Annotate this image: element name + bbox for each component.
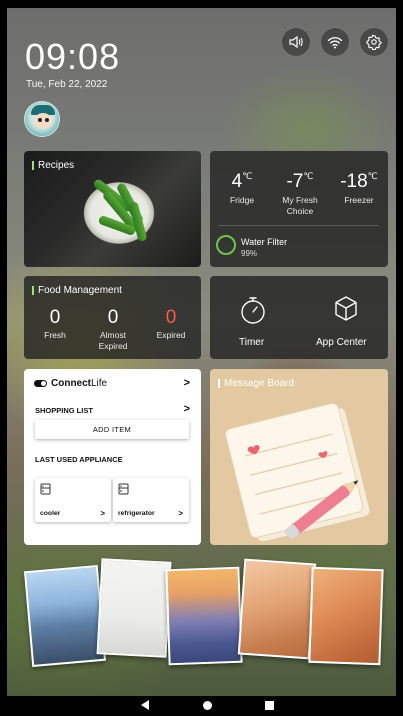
recipes-title: Recipes <box>32 160 74 171</box>
connectlife-logo[interactable]: ConnectLife <box>34 378 107 389</box>
notepad-illustration <box>225 402 371 541</box>
water-filter-ring-icon <box>216 235 236 255</box>
connectlife-logo-icon <box>34 380 47 387</box>
timer-label: Timer <box>239 337 265 348</box>
fresh-count-label: Fresh <box>44 330 66 340</box>
appliance-refrigerator[interactable]: refrigerator > <box>113 478 189 522</box>
photo-sunset[interactable] <box>165 566 243 666</box>
recent-apps-icon[interactable] <box>265 701 274 710</box>
appliance-icon <box>118 483 129 495</box>
freezer-temp-label: Freezer <box>344 195 374 205</box>
title-marker <box>218 379 220 388</box>
avatar-face <box>34 113 52 129</box>
recipes-title-text: Recipes <box>38 160 75 171</box>
divider <box>219 225 379 226</box>
home-screen: 09:08 Tue, Feb 22, 2022 Recipes 4℃ Fridg… <box>7 8 396 696</box>
food-management-card[interactable]: Food Management 0 Fresh 0 Almost Expired … <box>24 276 201 359</box>
app-center-label: App Center <box>316 337 367 348</box>
fresh-count: 0 Fresh <box>36 307 74 341</box>
cube-icon <box>335 296 357 321</box>
fridge-temp-value: 4℃ <box>231 171 253 192</box>
almost-expired-value: 0 <box>107 307 119 328</box>
message-board-title-text: Message Board <box>224 378 295 389</box>
freezer-temp-value: -18℃ <box>340 171 378 192</box>
wifi-button[interactable] <box>320 27 350 57</box>
photo-cotton[interactable] <box>96 558 172 658</box>
chevron-right-icon[interactable]: > <box>184 403 190 415</box>
system-navigation-bar <box>0 696 403 716</box>
fridge-temp-label: Fridge <box>229 195 255 205</box>
app-center-button[interactable]: App Center <box>300 276 388 359</box>
photo-dunes[interactable] <box>308 566 384 666</box>
user-avatar[interactable] <box>24 101 60 137</box>
freezer-temp[interactable]: -18℃ Freezer <box>338 171 380 206</box>
back-icon[interactable] <box>141 700 149 710</box>
settings-button[interactable] <box>359 27 389 57</box>
message-board-card[interactable]: Message Board <box>210 369 388 545</box>
add-item-button[interactable]: ADD ITEM <box>35 420 189 439</box>
gear-icon <box>366 34 382 50</box>
appliance-name: refrigerator <box>118 510 155 517</box>
fresh-count-value: 0 <box>49 307 61 328</box>
avatar-eye-left <box>38 118 42 122</box>
expired-count: 0 Expired <box>150 307 192 341</box>
expired-count-value: 0 <box>165 307 177 328</box>
avatar-eye-right <box>45 118 49 122</box>
clock-time: 09:08 <box>25 36 121 77</box>
chevron-right-icon: > <box>178 509 183 518</box>
photo-desert-walker[interactable] <box>237 558 317 660</box>
fridge-temp[interactable]: 4℃ Fridge <box>222 171 262 206</box>
connectlife-brand: ConnectLife <box>51 378 108 389</box>
appliance-cooler[interactable]: cooler > <box>35 478 111 522</box>
title-marker <box>32 161 34 170</box>
food-management-title-text: Food Management <box>38 285 122 296</box>
appliance-icon <box>40 483 51 495</box>
fresh-temp-value: -7℃ <box>286 171 314 192</box>
appliance-name: cooler <box>40 510 61 517</box>
almost-expired-count: 0 Almost Expired <box>92 307 134 352</box>
timer-button[interactable]: Timer <box>210 276 298 359</box>
chevron-right-icon[interactable]: > <box>184 377 190 389</box>
expired-count-label: Expired <box>156 330 186 340</box>
timer-icon <box>241 297 265 324</box>
almost-expired-label: Almost Expired <box>98 330 128 351</box>
sound-button[interactable] <box>281 27 311 57</box>
fresh-temp-label: My Fresh Choice <box>282 195 318 216</box>
food-management-title: Food Management <box>32 285 122 296</box>
connectlife-card: ConnectLife > SHOPPING LIST > ADD ITEM L… <box>24 369 201 545</box>
wifi-icon <box>327 37 343 49</box>
fresh-choice-temp[interactable]: -7℃ My Fresh Choice <box>276 171 324 217</box>
water-filter-percent: 99% <box>241 249 258 258</box>
speaker-icon <box>289 35 303 49</box>
shopping-list-title[interactable]: SHOPPING LIST <box>35 406 93 415</box>
message-board-title: Message Board <box>218 378 294 389</box>
home-icon[interactable] <box>203 701 212 710</box>
chevron-right-icon: > <box>100 509 105 518</box>
clock-date: Tue, Feb 22, 2022 <box>26 79 108 90</box>
title-marker <box>32 286 34 295</box>
temperature-card[interactable]: 4℃ Fridge -7℃ My Fresh Choice -18℃ Freeze… <box>210 151 388 267</box>
recipes-card[interactable]: Recipes <box>24 151 201 267</box>
water-filter-label: Water Filter <box>241 237 288 247</box>
last-used-appliance-title: LAST USED APPLIANCE <box>35 455 123 464</box>
tools-card: Timer App Center <box>210 276 388 359</box>
photo-city[interactable] <box>23 564 107 668</box>
